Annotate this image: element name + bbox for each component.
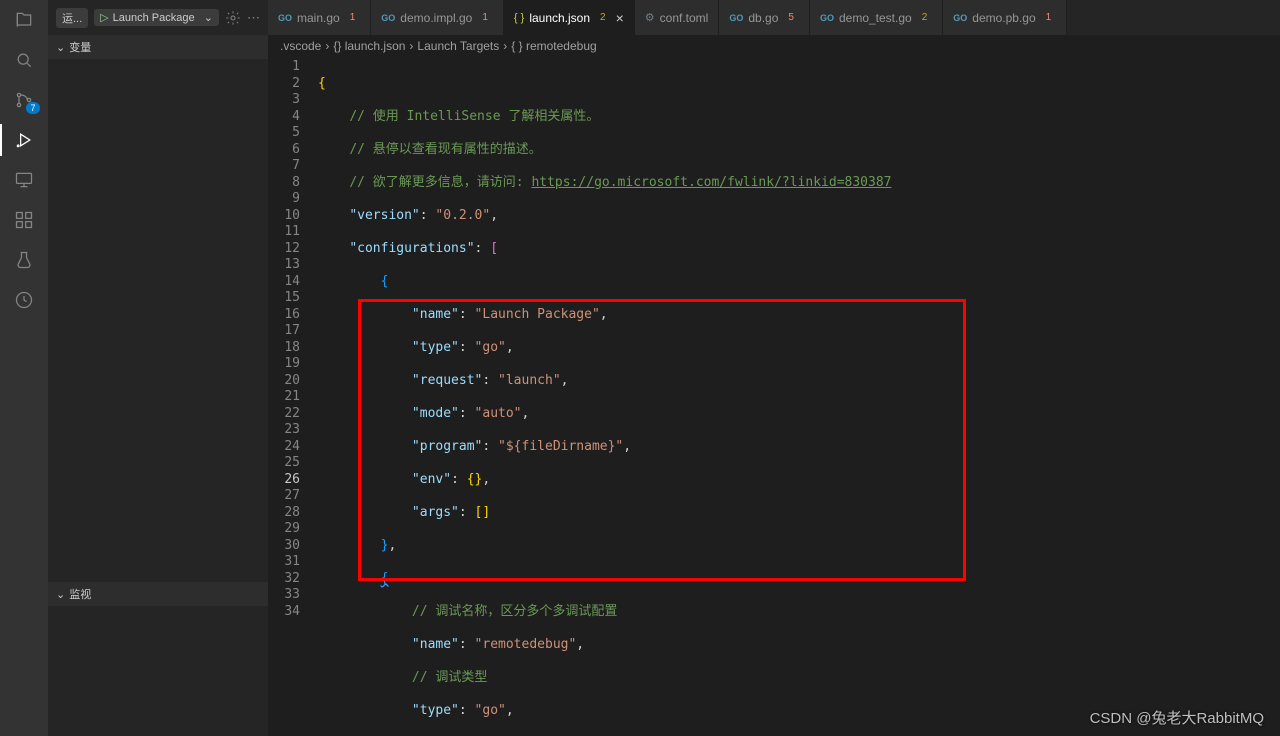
- chevron-down-icon: ⌄: [56, 588, 65, 601]
- run-debug-icon[interactable]: [12, 128, 36, 152]
- tabs: GO main.go 1 GO demo.impl.go 1 { } launch.json 2…: [268, 0, 1280, 35]
- toml-icon: ⚙: [645, 11, 655, 24]
- watch-body: [48, 606, 268, 736]
- json-icon: { }: [514, 12, 524, 24]
- watermark: CSDN @兔老大RabbitMQ: [1090, 707, 1264, 728]
- go-icon: GO: [278, 13, 292, 23]
- tab-label: demo.pb.go: [972, 11, 1035, 25]
- breadcrumb-item[interactable]: { } remotedebug: [511, 39, 596, 53]
- tab-label: db.go: [748, 11, 778, 25]
- search-icon[interactable]: [12, 48, 36, 72]
- scm-badge: 7: [26, 102, 40, 114]
- tab-db.go[interactable]: GO db.go 5: [719, 0, 810, 35]
- go-icon: GO: [381, 13, 395, 23]
- gear-icon[interactable]: [225, 10, 241, 26]
- tab-badge: 2: [595, 12, 611, 23]
- go-icon: GO: [729, 13, 743, 23]
- variables-section[interactable]: ⌄变量: [48, 35, 268, 59]
- tab-launch.json[interactable]: { } launch.json 2 ×: [504, 0, 635, 35]
- tab-badge: 2: [917, 12, 933, 23]
- tab-label: demo.impl.go: [400, 11, 472, 25]
- chevron-down-icon: ⌄: [56, 41, 65, 54]
- tab-demo_test.go[interactable]: GO demo_test.go 2: [810, 0, 943, 35]
- tab-main.go[interactable]: GO main.go 1: [268, 0, 371, 35]
- breadcrumb-item[interactable]: {} launch.json: [333, 39, 405, 53]
- timeline-icon[interactable]: [12, 288, 36, 312]
- launch-config-dropdown[interactable]: ▷ Launch Package ⌄: [94, 9, 219, 26]
- tab-badge: 1: [1041, 12, 1057, 23]
- tab-badge: 1: [477, 12, 493, 23]
- watch-section[interactable]: ⌄监视: [48, 582, 268, 606]
- editor[interactable]: 1234567891011121314151617181920212223242…: [268, 57, 1280, 736]
- run-label: 运...: [56, 8, 88, 28]
- tab-label: demo_test.go: [839, 11, 912, 25]
- scm-icon[interactable]: 7: [12, 88, 36, 112]
- extensions-icon[interactable]: [12, 208, 36, 232]
- breadcrumb-item[interactable]: Launch Targets: [417, 39, 499, 53]
- debug-sidebar: 运... ▷ Launch Package ⌄ ⋯ ⌄变量 ⌄监视: [48, 0, 268, 736]
- tab-badge: 5: [783, 12, 799, 23]
- tab-label: conf.toml: [660, 11, 709, 25]
- go-icon: GO: [953, 13, 967, 23]
- go-icon: GO: [820, 13, 834, 23]
- more-icon[interactable]: ⋯: [247, 10, 260, 26]
- variables-body: [48, 59, 268, 582]
- tab-demo.pb.go[interactable]: GO demo.pb.go 1: [943, 0, 1067, 35]
- sidebar-header: 运... ▷ Launch Package ⌄ ⋯: [48, 0, 268, 35]
- close-icon[interactable]: ×: [616, 10, 624, 26]
- explorer-icon[interactable]: [12, 8, 36, 32]
- tab-badge: 1: [345, 12, 361, 23]
- tab-label: main.go: [297, 11, 340, 25]
- testing-icon[interactable]: [12, 248, 36, 272]
- launch-label: Launch Package: [113, 12, 195, 24]
- remote-icon[interactable]: [12, 168, 36, 192]
- activity-bar: 7: [0, 0, 48, 736]
- tab-label: launch.json: [529, 11, 590, 25]
- tab-conf.toml[interactable]: ⚙ conf.toml: [635, 0, 720, 35]
- breadcrumb-item[interactable]: .vscode: [280, 39, 321, 53]
- tab-demo.impl.go[interactable]: GO demo.impl.go 1: [371, 0, 504, 35]
- play-icon: ▷: [100, 11, 108, 24]
- breadcrumb: .vscode›{} launch.json›Launch Targets›{ …: [268, 35, 1280, 57]
- chevron-down-icon: ⌄: [204, 11, 213, 24]
